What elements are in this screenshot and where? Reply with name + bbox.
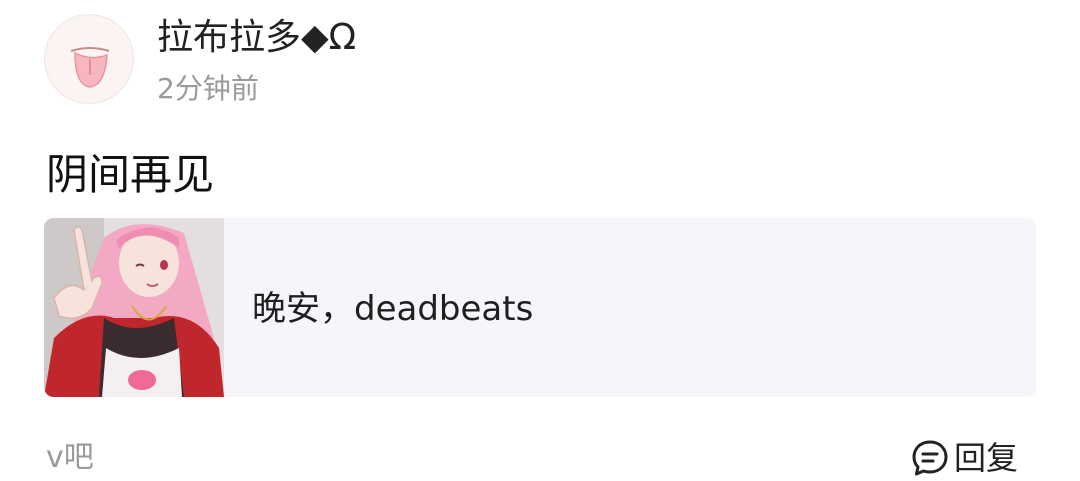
reply-label: 回复: [954, 439, 1019, 477]
post-title: 阴间再见: [46, 150, 215, 199]
forum-link[interactable]: v吧: [46, 438, 94, 478]
share-card-text: 晚安，deadbeats: [252, 289, 534, 329]
post-timestamp: 2分钟前: [157, 72, 259, 105]
author-avatar[interactable]: [44, 14, 134, 104]
comment-bubble-icon: [912, 440, 948, 476]
share-card[interactable]: 晚安，deadbeats: [44, 218, 1036, 397]
author-name[interactable]: 拉布拉多◆Ω: [157, 14, 356, 62]
card-thumbnail: [44, 218, 224, 397]
anime-girl-thumbnail-image: [44, 218, 224, 397]
tongue-avatar-icon: [70, 47, 110, 88]
reply-button[interactable]: 回复: [910, 436, 1018, 480]
